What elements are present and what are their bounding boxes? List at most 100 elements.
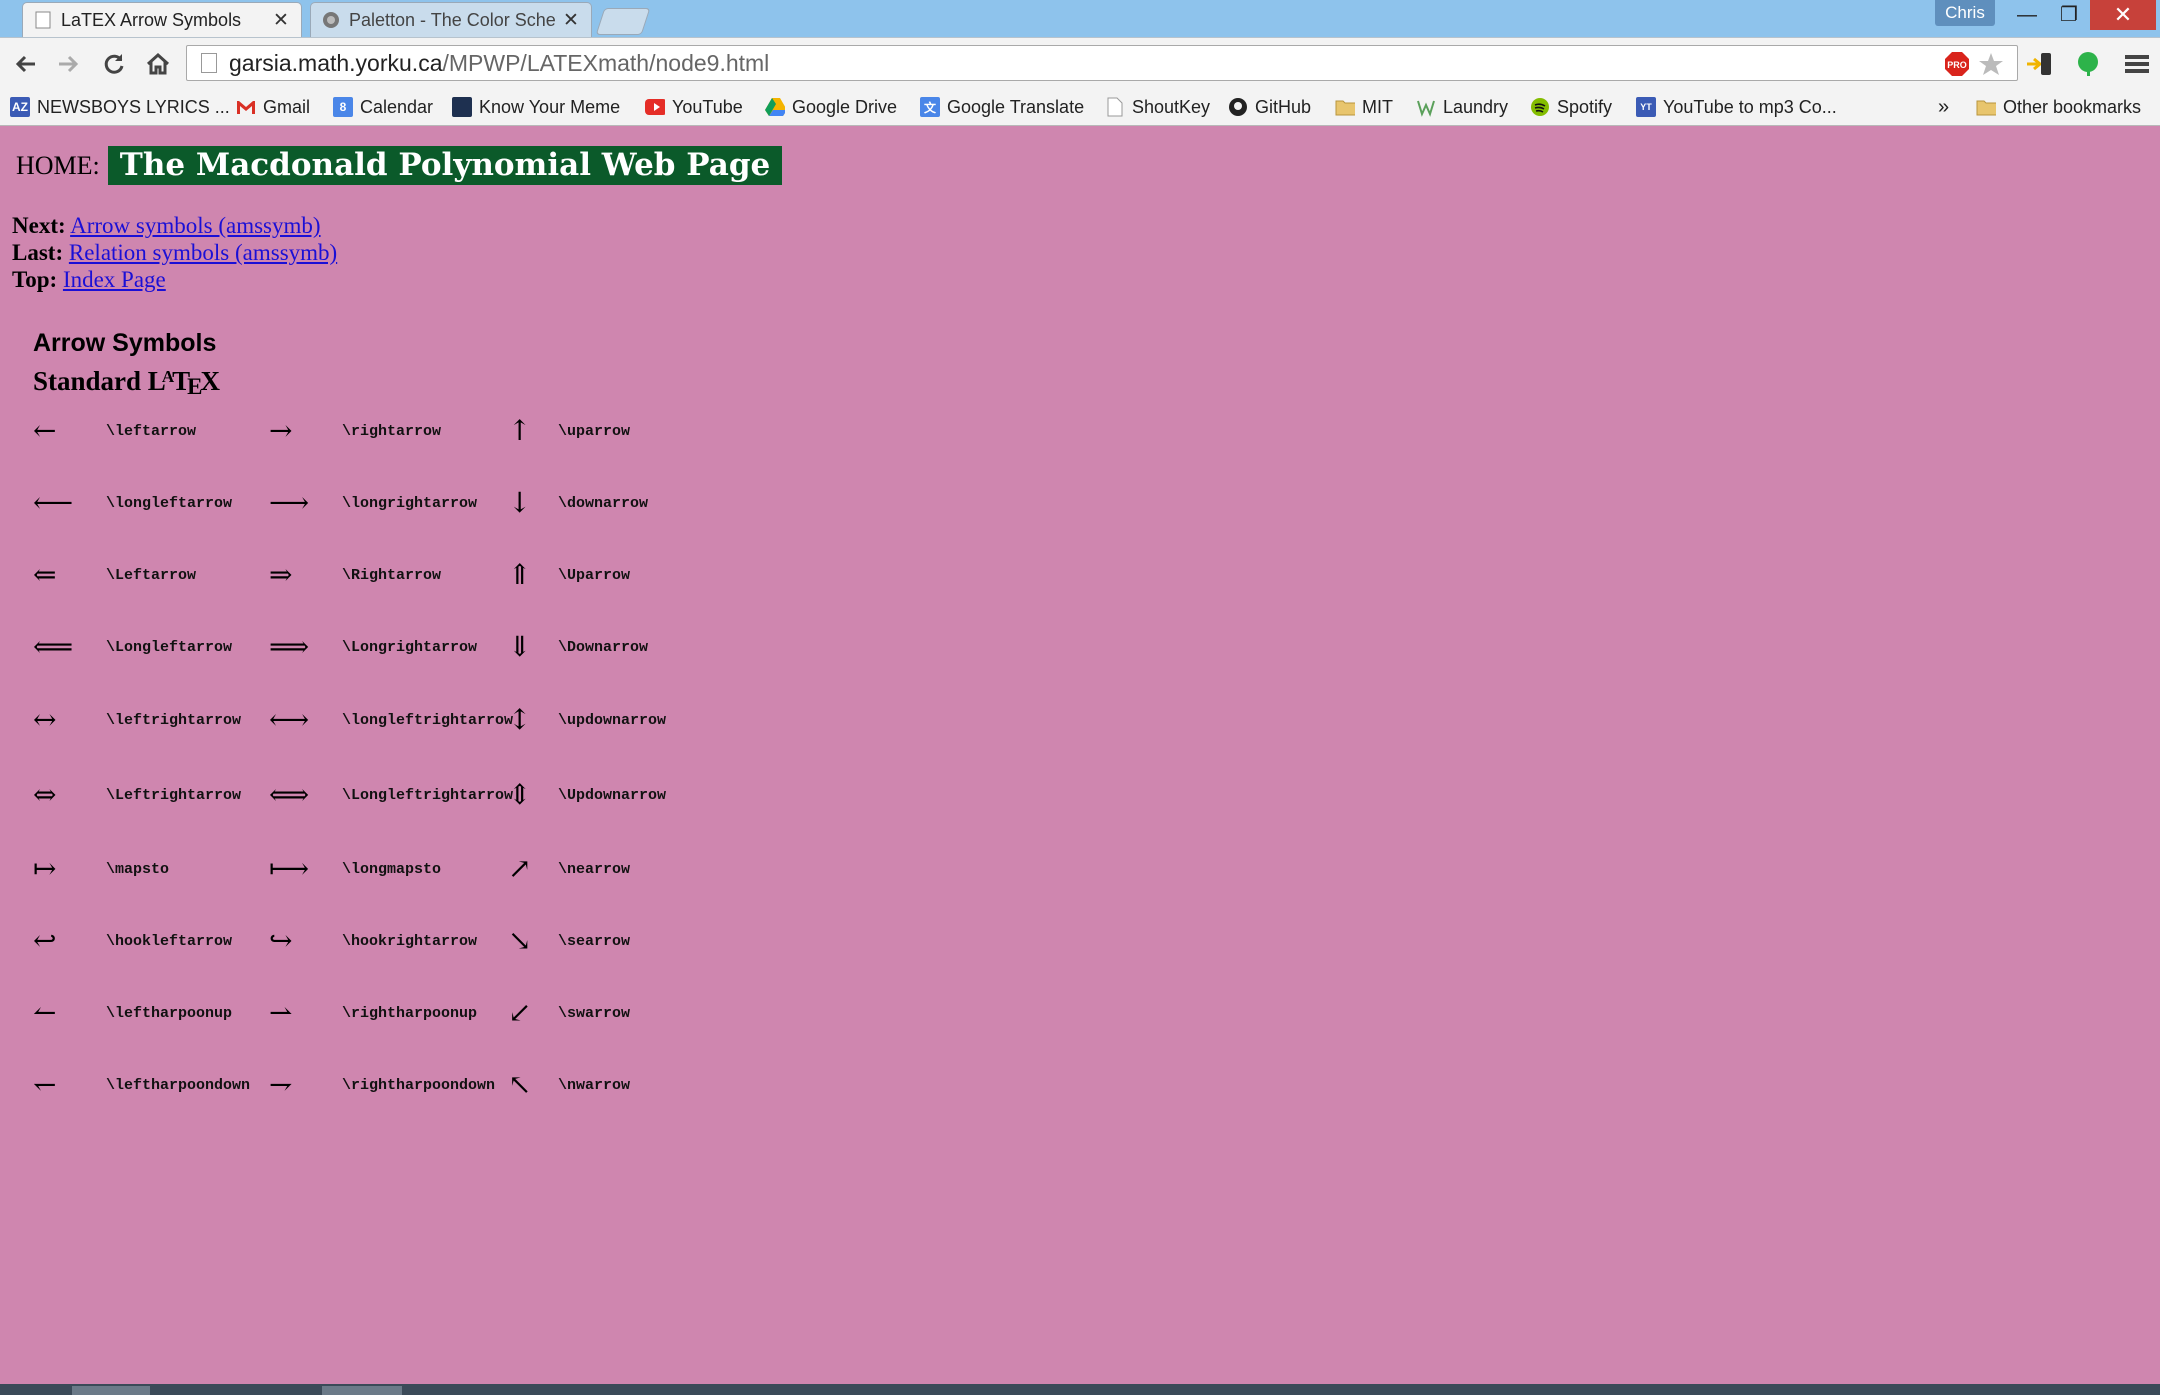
arrow-glyph: ⇑ bbox=[508, 558, 532, 591]
paletton-favicon-icon bbox=[321, 10, 341, 30]
bookmarks-bar: AZ NEWSBOYS LYRICS ... Gmail 8 Calendar … bbox=[0, 89, 2160, 126]
gmail-icon bbox=[236, 97, 256, 117]
bookmark-label: Laundry bbox=[1443, 96, 1509, 117]
latex-command: \updownarrow bbox=[558, 712, 667, 729]
bookmark-spotify[interactable]: Spotify bbox=[1530, 89, 1612, 125]
bookmark-newsboys[interactable]: AZ NEWSBOYS LYRICS ... bbox=[10, 89, 230, 125]
arrow-glyph: ⇒ bbox=[269, 558, 293, 591]
tab-title: LaTEX Arrow Symbols bbox=[61, 9, 242, 30]
youtube-icon bbox=[645, 97, 665, 117]
bookmark-gmail[interactable]: Gmail bbox=[236, 89, 310, 125]
minimize-icon[interactable]: — bbox=[2006, 0, 2048, 30]
bookmark-label: NEWSBOYS LYRICS ... bbox=[37, 96, 230, 117]
arrow-glyph: ↓ bbox=[508, 486, 532, 519]
arrow-glyph: ↼ bbox=[33, 996, 57, 1029]
tab-title: Paletton - The Color Scheme Designer bbox=[349, 9, 557, 30]
bookmark-github[interactable]: GitHub bbox=[1228, 89, 1311, 125]
evernote-icon[interactable] bbox=[2074, 50, 2102, 78]
taskbar-item[interactable] bbox=[72, 1386, 150, 1395]
bookmark-label: Know Your Meme bbox=[479, 96, 621, 117]
back-arrow-icon[interactable] bbox=[8, 46, 44, 82]
address-bar[interactable]: garsia.math.yorku.ca/MPWP/LATEXmath/node… bbox=[186, 45, 2018, 81]
spotify-icon bbox=[1530, 97, 1550, 117]
arrow-glyph: ⟹ bbox=[269, 630, 310, 663]
bookmark-google-translate[interactable]: 文 Google Translate bbox=[920, 89, 1084, 125]
latex-command: \Longrightarrow bbox=[342, 639, 478, 656]
translate-icon: 文 bbox=[920, 97, 940, 117]
nav-next: Next: Arrow symbols (amssymb) bbox=[12, 212, 337, 239]
home-label: HOME: bbox=[16, 150, 100, 180]
forward-arrow-icon[interactable] bbox=[50, 46, 86, 82]
latex-command: \Longleftarrow bbox=[106, 639, 233, 656]
latex-command: \longleftrightarrow bbox=[342, 712, 514, 729]
close-window-icon[interactable]: ✕ bbox=[2090, 0, 2156, 30]
latex-command: \leftharpoondown bbox=[106, 1077, 251, 1094]
latex-command: \rightarrow bbox=[342, 423, 442, 440]
arrow-glyph: ↘ bbox=[508, 924, 532, 957]
arrow-glyph: ⟷ bbox=[269, 703, 310, 736]
latex-command: \Updownarrow bbox=[558, 787, 667, 804]
bookmark-label: Calendar bbox=[360, 96, 434, 117]
browser-toolbar: garsia.math.yorku.ca/MPWP/LATEXmath/node… bbox=[0, 37, 2160, 90]
latex-command: \Leftarrow bbox=[106, 567, 197, 584]
home-banner-link[interactable]: The Macdonald Polynomial Web Page bbox=[107, 146, 783, 185]
next-link[interactable]: Arrow symbols (amssymb) bbox=[70, 213, 320, 238]
arrow-glyph: ⟶ bbox=[269, 486, 310, 519]
home-icon[interactable] bbox=[140, 46, 176, 82]
folder-icon bbox=[1335, 97, 1355, 117]
tab-close-icon[interactable]: ✕ bbox=[561, 9, 581, 32]
new-tab-button[interactable] bbox=[595, 8, 651, 35]
bookmark-know-your-meme[interactable]: Know Your Meme bbox=[452, 89, 620, 125]
bookmark-youtube-to-mp3[interactable]: YT YouTube to mp3 Co... bbox=[1636, 89, 1837, 125]
bookmark-star-icon[interactable] bbox=[1977, 50, 2005, 78]
menu-icon[interactable] bbox=[2122, 50, 2152, 78]
tab-paletton[interactable]: Paletton - The Color Scheme Designer ✕ bbox=[310, 2, 592, 37]
bookmark-youtube[interactable]: YouTube bbox=[645, 89, 743, 125]
bookmark-label: Other bookmarks bbox=[2003, 96, 2142, 117]
bookmark-label: Google Drive bbox=[792, 96, 898, 117]
reload-icon[interactable] bbox=[96, 46, 132, 82]
bookmark-laundry[interactable]: Laundry bbox=[1416, 89, 1508, 125]
bookmarks-overflow-button[interactable]: » bbox=[1938, 89, 1949, 125]
latex-command: \rightharpoonup bbox=[342, 1005, 478, 1022]
latex-command: \Downarrow bbox=[558, 639, 649, 656]
bookmark-calendar[interactable]: 8 Calendar bbox=[333, 89, 433, 125]
other-bookmarks[interactable]: Other bookmarks bbox=[1976, 89, 2141, 125]
bookmark-google-drive[interactable]: Google Drive bbox=[765, 89, 897, 125]
adblock-icon[interactable]: PRO bbox=[1943, 50, 1971, 78]
last-link[interactable]: Relation symbols (amssymb) bbox=[69, 240, 337, 265]
laundry-icon bbox=[1416, 97, 1436, 117]
kym-icon bbox=[452, 97, 472, 117]
arrow-glyph: ↙ bbox=[508, 996, 532, 1029]
latex-command: \leftharpoonup bbox=[106, 1005, 233, 1022]
page-info-icon[interactable] bbox=[201, 53, 217, 73]
latex-command: \nearrow bbox=[558, 861, 631, 878]
arrow-glyph: ↔ bbox=[33, 703, 57, 736]
arrow-glyph: → bbox=[269, 414, 293, 447]
tab-latex-arrow-symbols[interactable]: LaTEX Arrow Symbols ✕ bbox=[22, 2, 302, 37]
bookmark-label: Gmail bbox=[263, 96, 311, 117]
arrow-glyph: ⇁ bbox=[269, 1068, 293, 1101]
page-favicon-icon bbox=[33, 10, 53, 30]
tab-close-icon[interactable]: ✕ bbox=[271, 9, 291, 32]
sub-heading: Standard LATEX bbox=[33, 366, 220, 399]
arrow-glyph: ↦ bbox=[33, 852, 57, 885]
latex-command: \Rightarrow bbox=[342, 567, 442, 584]
bookmark-folder-mit[interactable]: MIT bbox=[1335, 89, 1393, 125]
maximize-icon[interactable]: ❐ bbox=[2048, 0, 2090, 30]
arrow-glyph: ⇔ bbox=[33, 778, 57, 811]
profile-button[interactable]: Chris bbox=[1935, 0, 1995, 26]
nav-label: Top: bbox=[12, 267, 58, 292]
push-to-phone-icon[interactable] bbox=[2024, 50, 2056, 78]
folder-icon bbox=[1976, 97, 1996, 117]
taskbar-item[interactable] bbox=[322, 1386, 402, 1395]
drive-icon bbox=[765, 97, 785, 117]
tab-strip: LaTEX Arrow Symbols ✕ Paletton - The Col… bbox=[0, 0, 2160, 37]
bookmark-shoutkey[interactable]: ShoutKey bbox=[1105, 89, 1210, 125]
bookmark-label: Google Translate bbox=[947, 96, 1085, 117]
index-link[interactable]: Index Page bbox=[63, 267, 166, 292]
latex-command: \rightharpoondown bbox=[342, 1077, 496, 1094]
latex-command: \nwarrow bbox=[558, 1077, 631, 1094]
arrow-glyph: ↗ bbox=[508, 852, 532, 885]
az-icon: AZ bbox=[10, 97, 30, 117]
